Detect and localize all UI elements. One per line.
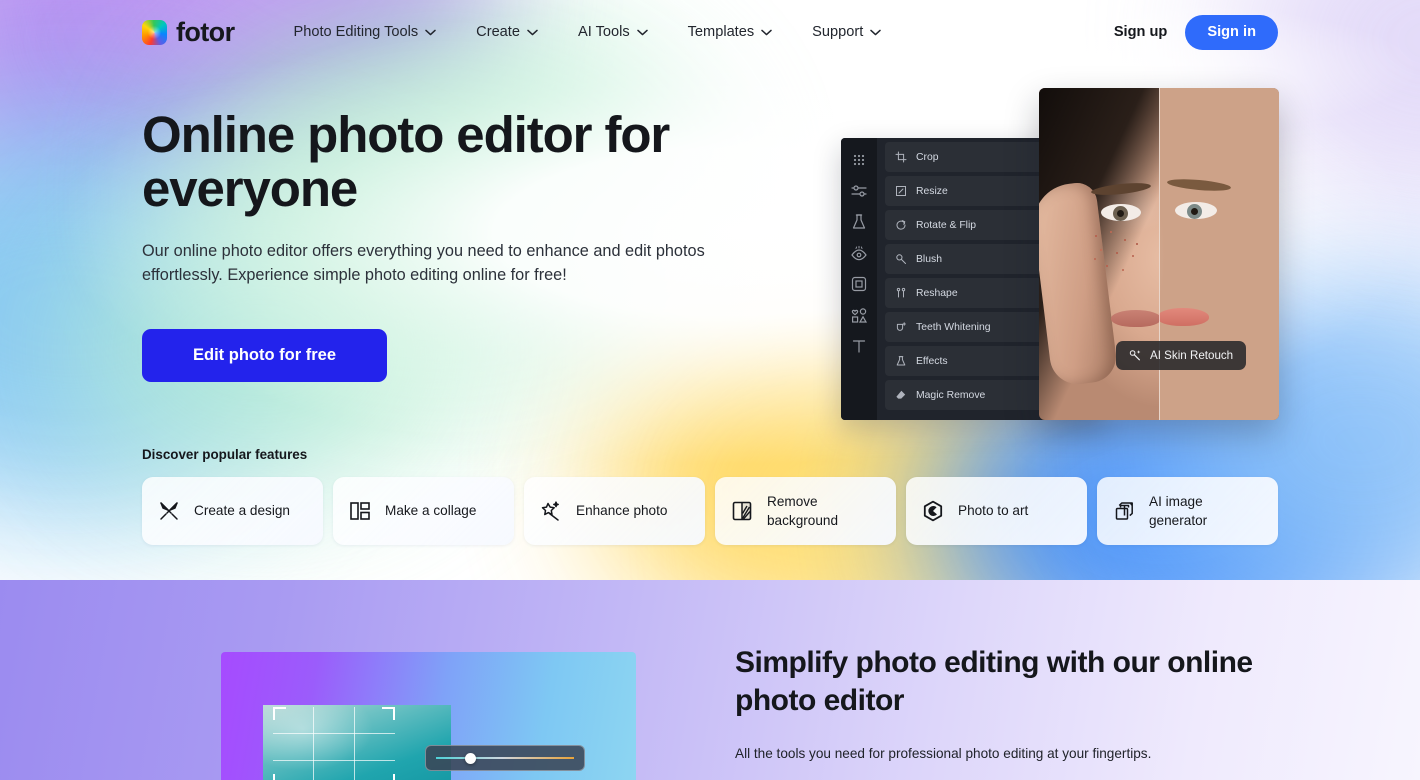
popular-features-row: Create a design Make a collage Enhance p…	[142, 477, 1278, 545]
features-label: Discover popular features	[142, 447, 308, 462]
tool-label: Crop	[916, 151, 939, 163]
page-title: Online photo editor for everyone	[142, 106, 670, 217]
chevron-down-icon	[870, 29, 882, 36]
sign-up-link[interactable]: Sign up	[1114, 24, 1168, 40]
simplify-section: Simplify photo editing with our online p…	[0, 580, 1420, 780]
crop-icon	[895, 151, 907, 163]
main-navigation: Photo Editing Tools Create AI Tools Temp…	[273, 12, 901, 52]
resize-icon	[895, 185, 907, 197]
blush-icon	[895, 253, 907, 265]
simplify-preview-card	[221, 652, 636, 780]
magic-wand-icon	[539, 499, 563, 523]
design-tools-icon	[157, 499, 181, 523]
edit-photo-for-free-button[interactable]: Edit photo for free	[142, 329, 387, 383]
feature-label: Photo to art	[958, 503, 1029, 519]
crop-overlay	[273, 707, 395, 780]
editor-icon-rail	[841, 138, 877, 420]
nav-item-support[interactable]: Support	[792, 12, 901, 52]
nav-label: Photo Editing Tools	[293, 24, 419, 40]
tool-label: Reshape	[916, 287, 958, 299]
feature-label: Enhance photo	[576, 503, 668, 519]
feature-card-enhance-photo[interactable]: Enhance photo	[524, 477, 705, 545]
tool-label: Rotate & Flip	[916, 219, 977, 231]
nav-label: AI Tools	[577, 24, 630, 40]
chevron-down-icon	[636, 29, 648, 36]
portrait-after-half	[1159, 88, 1279, 420]
fotor-color-wheel-logo	[142, 19, 167, 45]
chevron-down-icon	[761, 29, 772, 36]
chevron-down-icon	[527, 29, 538, 36]
nav-item-ai-tools[interactable]: AI Tools	[558, 12, 668, 52]
before-after-portrait	[1039, 88, 1279, 420]
ai-generate-icon	[1112, 499, 1136, 523]
tool-label: Teeth Whitening	[916, 321, 991, 333]
ai-skin-retouch-tooltip[interactable]: AI Skin Retouch	[1116, 341, 1247, 370]
skin-blemishes	[1087, 226, 1149, 284]
frame-icon[interactable]	[849, 274, 869, 294]
simplify-copy: Simplify photo editing with our online p…	[735, 644, 1295, 761]
nav-item-create[interactable]: Create	[456, 12, 558, 52]
flask-icon[interactable]	[849, 212, 869, 232]
tool-label: Blush	[916, 253, 942, 265]
feature-card-photo-to-art[interactable]: Photo to art	[906, 477, 1087, 545]
feature-label: Remove background	[767, 493, 839, 528]
shapes-icon[interactable]	[849, 305, 869, 325]
eraser-icon	[895, 389, 907, 401]
photo-to-art-icon	[921, 499, 945, 523]
rotate-icon	[895, 219, 907, 231]
header-actions: Sign up Sign in	[1114, 14, 1278, 50]
brand-name: fotor	[176, 16, 235, 47]
chevron-down-icon	[425, 29, 436, 36]
sign-in-button[interactable]: Sign in	[1185, 14, 1278, 50]
remove-bg-icon	[730, 499, 754, 523]
sliders-icon[interactable]	[849, 181, 869, 201]
teeth-icon	[895, 321, 907, 333]
nav-item-templates[interactable]: Templates	[668, 12, 793, 52]
eye-icon[interactable]	[849, 243, 869, 263]
hero-copy: Online photo editor for everyone Our onl…	[142, 106, 742, 383]
tool-label: Magic Remove	[916, 389, 986, 401]
nav-label: Create	[476, 24, 520, 40]
nav-label: Templates	[687, 24, 755, 40]
simplify-title: Simplify photo editing with our online p…	[735, 646, 1253, 718]
simplify-subtitle: All the tools you need for professional …	[735, 745, 1152, 761]
nav-item-photo-editing-tools[interactable]: Photo Editing Tools	[273, 12, 456, 52]
collage-icon	[348, 499, 372, 523]
before-after-divider	[1159, 88, 1160, 420]
feature-label: Make a collage	[385, 503, 477, 519]
fotor-landing-page: fotor Photo Editing Tools Create AI Tool…	[0, 0, 1420, 780]
text-tool-icon[interactable]	[849, 336, 869, 356]
hero-subtitle: Our online photo editor offers everythin…	[142, 242, 705, 285]
adjustment-slider[interactable]	[425, 745, 585, 771]
effects-icon	[895, 355, 907, 367]
feature-card-make-a-collage[interactable]: Make a collage	[333, 477, 514, 545]
feature-card-remove-background[interactable]: Remove background	[715, 477, 896, 545]
tool-label: Effects	[916, 355, 948, 367]
site-header: fotor Photo Editing Tools Create AI Tool…	[0, 0, 1420, 64]
editor-mockup: Crop Resize Rotate & Flip Blush Reshape	[841, 88, 1279, 420]
slider-knob[interactable]	[465, 752, 476, 764]
feature-label: AI image generator	[1149, 493, 1208, 528]
feature-label: Create a design	[194, 503, 290, 519]
feature-card-ai-image-generator[interactable]: AI image generator	[1097, 477, 1278, 545]
brand-logo-link[interactable]: fotor	[142, 16, 235, 48]
grid-dots-icon[interactable]	[849, 150, 869, 170]
portrait-before-half	[1039, 88, 1159, 420]
slider-track[interactable]	[436, 752, 574, 764]
reshape-icon	[895, 287, 907, 299]
feature-card-create-a-design[interactable]: Create a design	[142, 477, 323, 545]
tooltip-label: AI Skin Retouch	[1150, 349, 1234, 362]
ai-retouch-icon	[1129, 349, 1142, 362]
nav-label: Support	[812, 24, 864, 40]
tool-label: Resize	[916, 185, 948, 197]
